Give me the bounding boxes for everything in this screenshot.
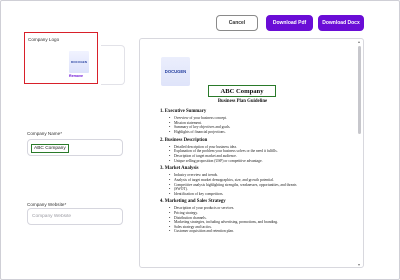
scroll-down-arrow-icon[interactable]	[358, 264, 360, 266]
company-logo-field[interactable]: Company Logo DOCUGEN Remove	[24, 32, 98, 84]
document-section: 4. Marketing and Sales Strategy Descript…	[160, 199, 342, 234]
company-logo-label: Company Logo	[28, 37, 60, 42]
section-heading: 3. Market Analysis	[160, 166, 199, 172]
document-logo: DOCUGEN	[161, 57, 190, 86]
remove-logo-link[interactable]: Remove	[69, 74, 83, 78]
logo-thumbnail: DOCUGEN	[69, 51, 89, 73]
document-subtitle: Business Plan Guideline	[217, 99, 268, 104]
section-bullet: Customer acquisition and retention plan.	[169, 229, 342, 234]
document-sections: 1. Executive Summary Overview of your bu…	[160, 109, 342, 237]
cancel-button[interactable]: Cancel	[216, 15, 258, 31]
company-website-label: Company Website*	[27, 202, 67, 207]
document-logo-text: DOCUGEN	[164, 69, 187, 74]
logo-card-edge	[101, 45, 125, 85]
section-heading: 4. Marketing and Sales Strategy	[160, 199, 226, 205]
preview-scrollbar[interactable]	[357, 41, 362, 266]
section-bullet: Highlights of financial projections.	[169, 130, 342, 135]
document-section: 3. Market Analysis Industry overview and…	[160, 166, 342, 196]
document-section: 2. Business Description Detailed descrip…	[160, 138, 342, 164]
company-name-label: Company Name*	[27, 131, 62, 136]
company-website-input[interactable]	[32, 214, 120, 219]
document-company-name-text: ABC Company	[220, 87, 264, 95]
section-heading: 1. Executive Summary	[160, 109, 207, 114]
section-bullet: Identification of key competitors.	[169, 192, 342, 197]
company-name-input[interactable]: ABC Company	[27, 139, 123, 156]
company-website-field[interactable]	[27, 208, 123, 225]
section-bullet: Unique selling proposition (USP) or comp…	[169, 159, 342, 164]
document-section: 1. Executive Summary Overview of your bu…	[160, 109, 342, 135]
company-name-value: ABC Company	[31, 144, 69, 153]
document-company-name: ABC Company	[208, 85, 276, 97]
download-pdf-button[interactable]: Download Pdf	[266, 15, 313, 31]
section-heading: 2. Business Description	[160, 137, 208, 143]
scrollbar-thumb[interactable]	[358, 46, 361, 134]
document-preview: DOCUGEN ABC Company Business Plan Guidel…	[139, 38, 364, 268]
scroll-up-arrow-icon[interactable]	[358, 41, 360, 43]
download-docx-button[interactable]: Download Docx	[318, 15, 364, 31]
logo-thumbnail-text: DOCUGEN	[70, 60, 88, 64]
